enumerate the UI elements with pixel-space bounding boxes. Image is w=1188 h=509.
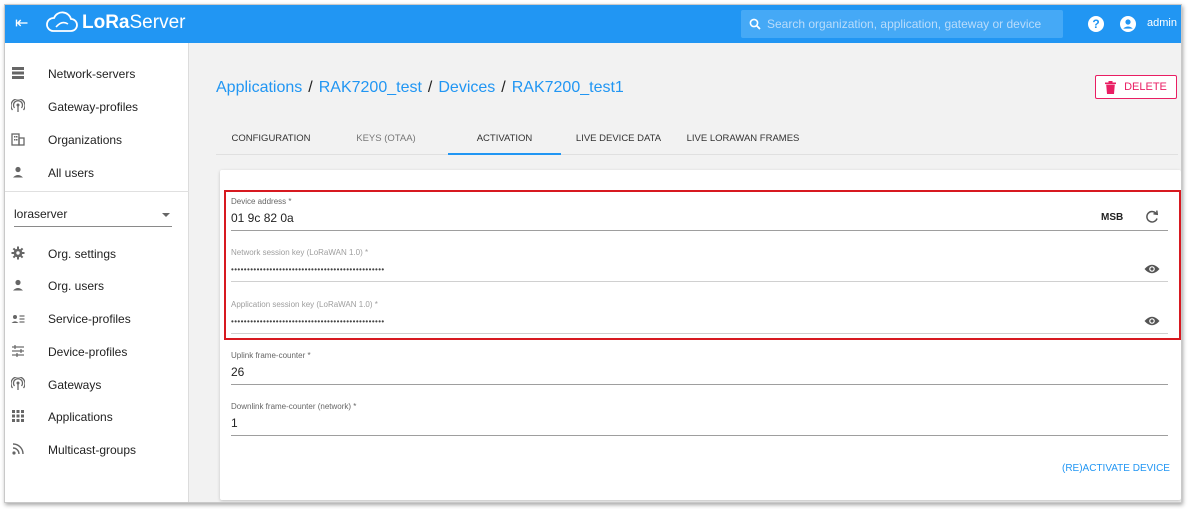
person-icon [13, 279, 23, 291]
sidebar-item-label: Org. settings [48, 247, 117, 261]
downlink-frame-counter-input[interactable]: 1 [231, 416, 238, 430]
app-session-key-label: Application session key (LoRaWAN 1.0) * [231, 300, 378, 309]
tab-label: Keys (OTAA) [356, 133, 416, 144]
breadcrumb-separator: / [427, 79, 433, 96]
sidebar-item-service-profiles[interactable]: Service-profiles [5, 304, 189, 334]
server-icon [12, 67, 24, 79]
building-icon [11, 133, 25, 146]
field-underline [231, 333, 1168, 334]
grid-icon [12, 410, 24, 422]
uplink-frame-counter-input[interactable]: 26 [231, 365, 244, 379]
tab-label: Live device data [575, 133, 662, 144]
network-session-key-label: Network session key (LoRaWAN 1.0) * [231, 248, 369, 257]
sidebar-item-label: Organizations [48, 133, 123, 147]
reactivate-device-button[interactable]: (Re)activate device [1062, 463, 1170, 474]
sidebar-item-label: Device-profiles [48, 345, 128, 359]
app-session-key-field[interactable]: Application session key (LoRaWAN 1.0) * … [231, 300, 1168, 340]
tab-live-device-data[interactable]: Live device data [566, 125, 671, 155]
organization-select-value: loraserver [14, 207, 68, 221]
sidebar-item-label: Gateway-profiles [48, 100, 139, 114]
search-icon [749, 18, 761, 30]
eye-icon[interactable] [1144, 315, 1160, 327]
eye-icon[interactable] [1144, 263, 1160, 275]
sidebar-item-label: Gateways [48, 378, 102, 392]
search-input[interactable]: Search organization, application, gatewa… [767, 17, 1041, 31]
device-address-label: Device address * [231, 197, 292, 206]
sidebar-item-label: Service-profiles [48, 312, 131, 326]
tab-keys-otaa[interactable]: Keys (OTAA) [331, 125, 441, 155]
sliders-icon [12, 345, 24, 357]
antenna-icon [11, 99, 25, 112]
main-content: Applications / RAK7200_test / Devices / RAK720… [190, 43, 1181, 502]
brand-name: LoRaServer [82, 12, 186, 33]
sidebar-item-applications[interactable]: Applications [5, 402, 189, 432]
search-box[interactable]: Search organization, application, gatewa… [741, 10, 1063, 38]
network-session-key-input[interactable]: ••••••••••••••••••••••••••••••••••••••••… [231, 265, 385, 274]
tab-activation[interactable]: Activation [448, 125, 561, 155]
sidebar-item-gateways[interactable]: Gateways [5, 370, 189, 400]
tab-label: Configuration [231, 133, 311, 144]
sidebar-item-gateway-profiles[interactable]: Gateway-profiles [5, 92, 189, 122]
person-list-icon [11, 315, 25, 323]
account-icon[interactable] [1120, 16, 1136, 32]
refresh-icon[interactable] [1144, 209, 1160, 225]
sidebar-item-label: All users [48, 166, 95, 180]
username[interactable]: admin [1147, 17, 1177, 29]
activation-form: Device address * 01 9c 82 0a MSB Network… [220, 170, 1181, 500]
collapse-menu-icon[interactable]: ⇤ [15, 14, 28, 34]
uplink-frame-counter-field[interactable]: Uplink frame-counter * 26 [231, 351, 1168, 391]
field-underline [231, 281, 1168, 282]
sidebar: Network-servers Gateway-profiles Organiz… [5, 43, 189, 502]
gear-icon [11, 246, 25, 260]
sidebar-item-label: Org. users [48, 279, 105, 293]
tab-live-lorawan-frames[interactable]: Live LoRaWAN frames [678, 125, 808, 155]
sidebar-item-label: Applications [48, 410, 113, 424]
uplink-frame-counter-label: Uplink frame-counter * [231, 351, 311, 360]
breadcrumb-devices[interactable]: Devices [438, 79, 495, 96]
network-session-key-field[interactable]: Network session key (LoRaWAN 1.0) * ••••… [231, 248, 1168, 288]
breadcrumb-device[interactable]: RAK7200_test1 [512, 79, 624, 96]
sidebar-item-label: Network-servers [48, 67, 136, 81]
chevron-down-icon [162, 213, 170, 217]
logo[interactable]: LoRaServer [45, 10, 185, 36]
app-window: ⇤ LoRaServer Search organization, applic… [4, 4, 1182, 503]
tab-configuration[interactable]: Configuration [216, 125, 326, 155]
field-underline [231, 230, 1168, 231]
device-address-input[interactable]: 01 9c 82 0a [231, 211, 294, 225]
help-icon[interactable]: ? [1088, 16, 1104, 32]
breadcrumb-separator: / [501, 79, 506, 96]
delete-button[interactable]: DELETE [1095, 75, 1177, 99]
app-session-key-input[interactable]: ••••••••••••••••••••••••••••••••••••••••… [231, 317, 385, 326]
antenna-icon [11, 377, 25, 390]
delete-button-label: DELETE [1124, 81, 1167, 93]
sidebar-item-all-users[interactable]: All users [5, 158, 189, 188]
person-icon [13, 166, 23, 178]
app-bar: ⇤ LoRaServer Search organization, applic… [5, 5, 1181, 43]
trash-icon [1105, 80, 1117, 94]
breadcrumb-application[interactable]: RAK7200_test [319, 79, 422, 96]
organization-select[interactable]: loraserver [14, 203, 172, 227]
downlink-frame-counter-label: Downlink frame-counter (network) * [231, 402, 357, 411]
byte-order-toggle[interactable]: MSB [1101, 212, 1123, 223]
downlink-frame-counter-field[interactable]: Downlink frame-counter (network) * 1 [231, 402, 1168, 442]
device-address-field[interactable]: Device address * 01 9c 82 0a MSB [231, 197, 1168, 237]
rss-icon [12, 443, 24, 455]
device-tabs: Configuration Keys (OTAA) Activation Liv… [216, 125, 1178, 155]
sidebar-item-label: Multicast-groups [48, 443, 137, 457]
sidebar-item-org-settings[interactable]: Org. settings [5, 239, 189, 269]
breadcrumb-separator: / [308, 79, 313, 96]
sidebar-divider [5, 191, 189, 192]
breadcrumb: Applications / RAK7200_test / Devices / RAK720… [216, 79, 624, 97]
sidebar-item-network-servers[interactable]: Network-servers [5, 59, 189, 89]
field-underline [231, 384, 1168, 385]
sidebar-item-organizations[interactable]: Organizations [5, 125, 189, 155]
sidebar-item-multicast-groups[interactable]: Multicast-groups [5, 435, 189, 465]
sidebar-item-org-users[interactable]: Org. users [5, 271, 189, 301]
breadcrumb-applications[interactable]: Applications [216, 79, 302, 96]
tab-label: Live LoRaWAN frames [686, 133, 800, 144]
cloud-logo-icon [46, 11, 78, 32]
tab-label: Activation [476, 133, 533, 144]
field-underline [231, 435, 1168, 436]
sidebar-item-device-profiles[interactable]: Device-profiles [5, 337, 189, 367]
